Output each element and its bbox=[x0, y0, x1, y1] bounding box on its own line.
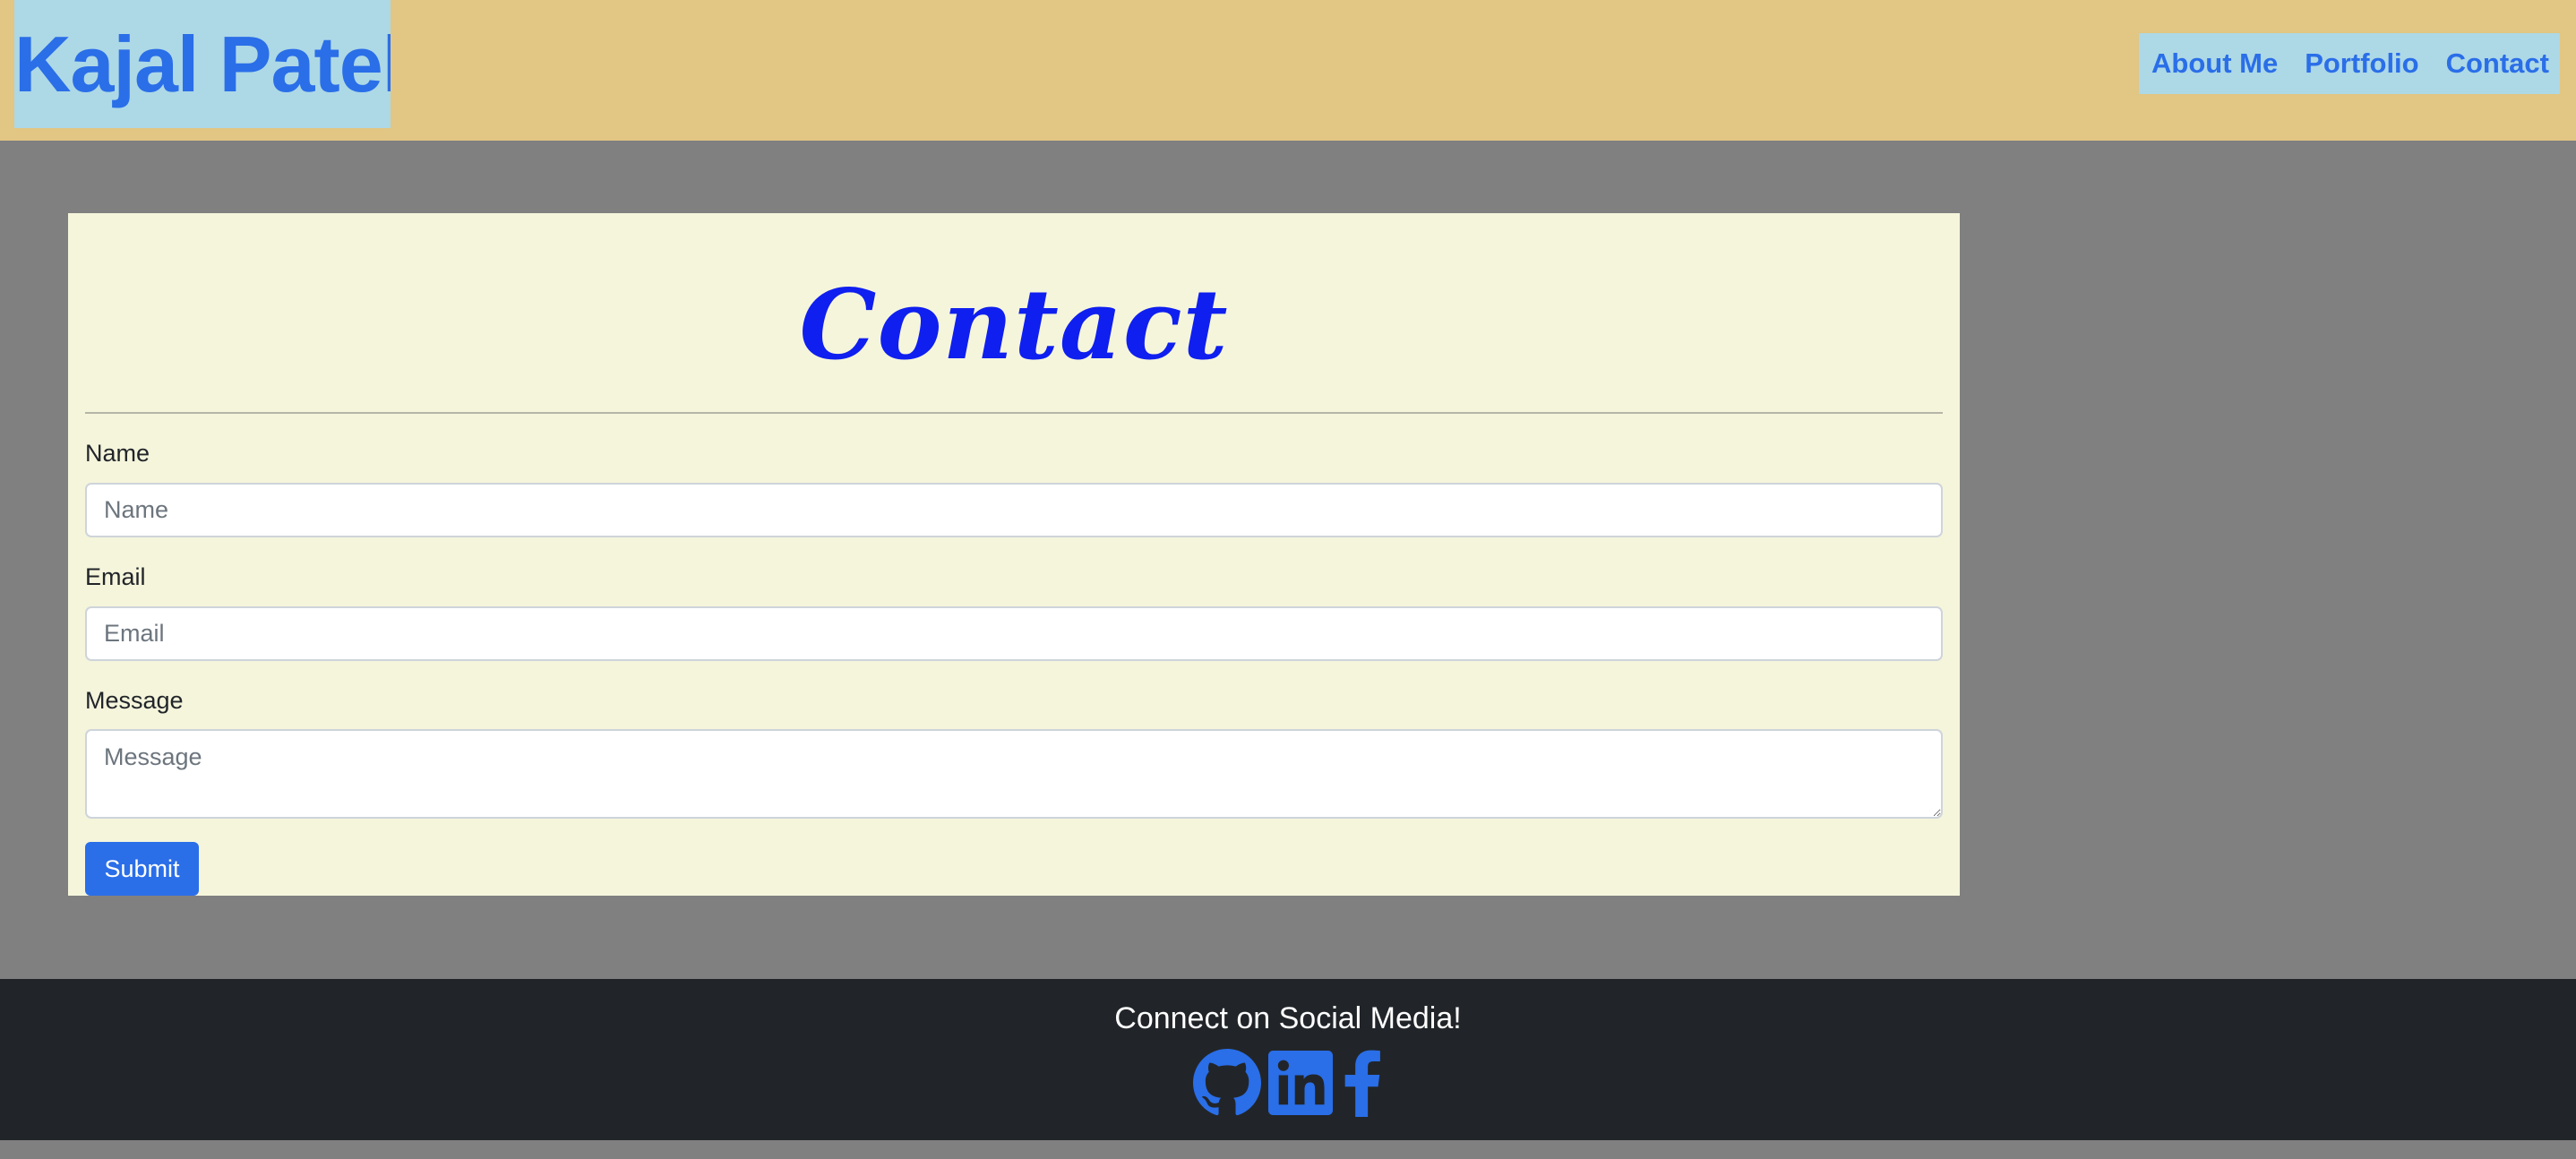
social-links bbox=[1193, 1049, 1390, 1117]
github-icon bbox=[1193, 1049, 1261, 1116]
nav-about-me[interactable]: About Me bbox=[2151, 47, 2278, 80]
email-label: Email bbox=[85, 563, 146, 590]
page-title: Contact bbox=[799, 269, 1229, 382]
facebook-link[interactable] bbox=[1340, 1049, 1383, 1117]
nav-contact[interactable]: Contact bbox=[2446, 47, 2549, 80]
linkedin-link[interactable] bbox=[1268, 1051, 1333, 1115]
message-label: Message bbox=[85, 687, 184, 714]
site-footer: Connect on Social Media! bbox=[0, 979, 2576, 1140]
main-nav: About Me Portfolio Contact bbox=[2139, 33, 2560, 94]
nav-portfolio[interactable]: Portfolio bbox=[2305, 47, 2418, 80]
github-link[interactable] bbox=[1193, 1049, 1261, 1117]
name-label: Name bbox=[85, 440, 150, 467]
submit-button[interactable]: Submit bbox=[85, 842, 199, 896]
site-header: Kajal Patel About Me Portfolio Contact bbox=[0, 0, 2576, 141]
name-input[interactable] bbox=[85, 483, 1943, 537]
message-textarea[interactable] bbox=[85, 729, 1943, 819]
facebook-icon bbox=[1344, 1050, 1380, 1117]
divider bbox=[85, 412, 1943, 414]
contact-card: Contact Name Email Message Submit bbox=[68, 213, 1960, 896]
email-input[interactable] bbox=[85, 606, 1943, 661]
linkedin-icon bbox=[1268, 1051, 1333, 1115]
brand-name[interactable]: Kajal Patel bbox=[14, 0, 391, 128]
footer-title: Connect on Social Media! bbox=[1114, 1001, 1462, 1035]
